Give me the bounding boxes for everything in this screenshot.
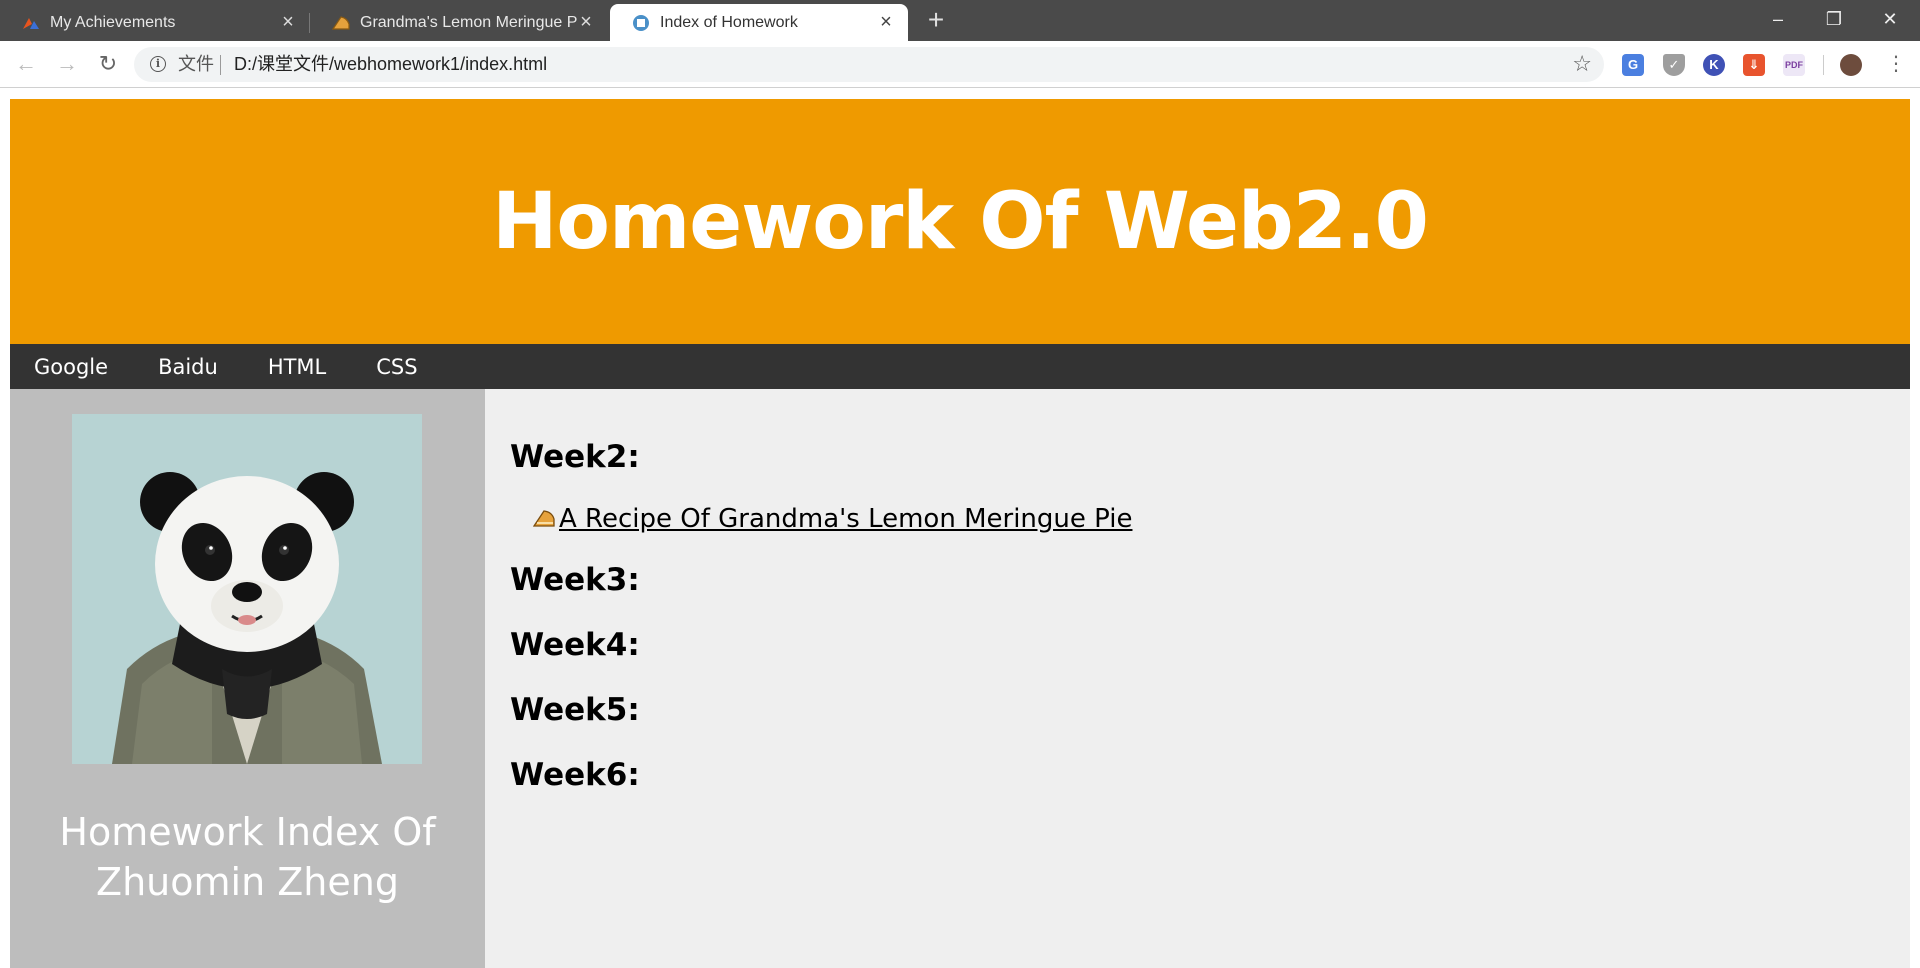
scheme-label: 文件 bbox=[178, 54, 214, 74]
week6-heading: Week6: bbox=[510, 757, 640, 793]
close-tab-icon[interactable]: × bbox=[876, 12, 896, 32]
week3-heading: Week3: bbox=[510, 562, 640, 598]
close-window-button[interactable]: ✕ bbox=[1862, 0, 1918, 41]
new-tab-button[interactable]: + bbox=[922, 6, 950, 34]
top-navigation: Google Baidu HTML CSS bbox=[10, 344, 1910, 389]
tab-index-of-homework[interactable]: Index of Homework × bbox=[610, 4, 908, 41]
pdf-icon[interactable]: PDF bbox=[1783, 54, 1805, 76]
nav-link-google[interactable]: Google bbox=[34, 355, 108, 379]
minimize-button[interactable]: – bbox=[1750, 0, 1806, 41]
k-extension-icon[interactable]: K bbox=[1703, 54, 1725, 76]
nav-link-html[interactable]: HTML bbox=[268, 355, 326, 379]
main-content: Week2: A Recipe Of Grandma's Lemon Merin… bbox=[485, 389, 1910, 968]
caption-line-2: Zhuomin Zheng bbox=[96, 860, 399, 904]
reload-button[interactable]: ↻ bbox=[94, 50, 122, 78]
info-icon[interactable]: i bbox=[150, 56, 166, 72]
close-tab-icon[interactable]: × bbox=[576, 12, 596, 32]
download-extension-icon[interactable]: ⇓ bbox=[1743, 54, 1765, 76]
close-tab-icon[interactable]: × bbox=[278, 12, 298, 32]
forward-button[interactable]: → bbox=[53, 50, 81, 78]
nav-link-baidu[interactable]: Baidu bbox=[158, 355, 218, 379]
week2-heading: Week2: bbox=[510, 439, 640, 475]
address-divider bbox=[220, 55, 221, 75]
page-title: Homework Of Web2.0 bbox=[492, 176, 1429, 267]
caption-line-1: Homework Index Of bbox=[59, 810, 436, 854]
tab-title: Grandma's Lemon Meringue P bbox=[360, 13, 578, 31]
week5-heading: Week5: bbox=[510, 692, 640, 728]
header-banner: Homework Of Web2.0 bbox=[10, 99, 1910, 344]
tab-my-achievements[interactable]: My Achievements × bbox=[0, 4, 310, 41]
pie-icon bbox=[532, 508, 555, 530]
bookmark-star-icon[interactable]: ☆ bbox=[1572, 51, 1592, 77]
translate-icon[interactable]: G bbox=[1622, 54, 1644, 76]
shield-icon[interactable]: ✓ bbox=[1663, 54, 1685, 76]
lemon-meringue-pie-link[interactable]: A Recipe Of Grandma's Lemon Meringue Pie bbox=[559, 504, 1132, 534]
sidebar: Homework Index Of Zhuomin Zheng bbox=[10, 389, 485, 968]
browser-toolbar: ← → ↻ i 文件 D:/课堂文件/webhomework1/index.ht… bbox=[0, 41, 1920, 88]
sidebar-caption: Homework Index Of Zhuomin Zheng bbox=[10, 807, 485, 907]
tab-title: Index of Homework bbox=[660, 13, 798, 31]
profile-avatar-icon[interactable] bbox=[1840, 54, 1862, 76]
pie-icon bbox=[332, 14, 350, 32]
panda-avatar-image bbox=[72, 414, 422, 764]
web-page: Homework Of Web2.0 Google Baidu HTML CSS bbox=[0, 89, 1920, 968]
page-icon bbox=[632, 14, 650, 32]
tab-lemon-meringue[interactable]: Grandma's Lemon Meringue P × bbox=[310, 4, 608, 41]
restore-button[interactable]: ❐ bbox=[1806, 0, 1862, 41]
tab-title: My Achievements bbox=[50, 13, 176, 31]
achievements-logo-icon bbox=[22, 14, 40, 32]
nav-link-css[interactable]: CSS bbox=[376, 355, 417, 379]
menu-kebab-icon[interactable]: ⋮ bbox=[1882, 50, 1910, 78]
week4-heading: Week4: bbox=[510, 627, 640, 663]
tab-strip: My Achievements × Grandma's Lemon Mering… bbox=[0, 0, 1920, 41]
week2-item: A Recipe Of Grandma's Lemon Meringue Pie bbox=[532, 504, 1132, 534]
address-bar[interactable]: i 文件 D:/课堂文件/webhomework1/index.html ☆ bbox=[134, 47, 1604, 82]
toolbar-separator bbox=[1823, 55, 1824, 75]
url-text[interactable]: D:/课堂文件/webhomework1/index.html bbox=[234, 53, 547, 75]
back-button[interactable]: ← bbox=[12, 50, 40, 78]
